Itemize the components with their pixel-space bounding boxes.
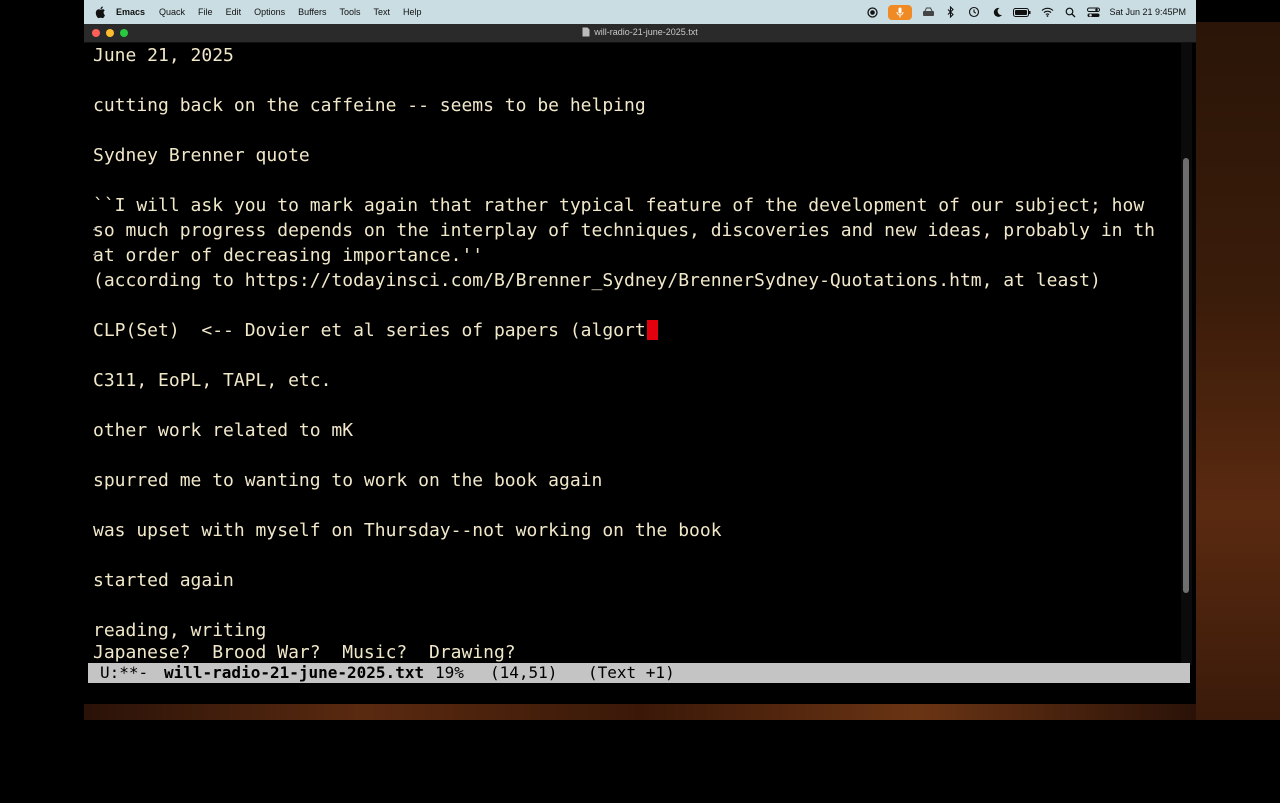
status-area: Sat Jun 21 9:45PM [865, 0, 1186, 24]
window-title: will-radio-21-june-2025.txt [84, 27, 1196, 39]
text-line: cutting back on the caffeine -- seems to… [93, 95, 646, 116]
text-line: so much progress depends on the interpla… [93, 220, 1156, 241]
text-line: at order of decreasing importance.'' [93, 245, 484, 266]
menu-bar: Emacs Quack File Edit Options Buffers To… [84, 0, 1196, 24]
desktop-left [0, 0, 84, 720]
continuation-arrow-icon: ↩ [93, 250, 96, 261]
window-title-text: will-radio-21-june-2025.txt [594, 27, 698, 37]
desktop-bottom [84, 704, 1196, 720]
apple-icon[interactable] [94, 5, 108, 19]
text-line: Sydney Brenner quote [93, 145, 310, 166]
text-line: was upset with myself on Thursday--not w… [93, 520, 722, 541]
echo-area[interactable] [88, 683, 1190, 703]
text-cursor [646, 320, 658, 340]
vertical-scrollbar[interactable] [1181, 43, 1192, 665]
scrollbar-thumb[interactable] [1183, 158, 1189, 593]
text-line: CLP(Set) <-- Dovier et al series of pape… [93, 320, 646, 341]
text-editor-area[interactable]: June 21, 2025 cutting back on the caffei… [93, 43, 1181, 665]
document-icon [582, 27, 590, 37]
wifi-icon[interactable] [1040, 5, 1054, 19]
menu-tools[interactable]: Tools [339, 7, 360, 17]
modeline-mode[interactable]: (Text +1) [588, 663, 675, 683]
modeline-buffer-name[interactable]: will-radio-21-june-2025.txt [164, 663, 424, 683]
desktop-wallpaper [1196, 22, 1280, 720]
modeline-percent: 19% [435, 663, 464, 682]
record-icon[interactable] [865, 5, 879, 19]
menu-quack[interactable]: Quack [159, 7, 185, 17]
menu-clock[interactable]: Sat Jun 21 9:45PM [1109, 7, 1186, 17]
menu-file[interactable]: File [198, 7, 213, 17]
continuation-arrow-icon: ↩ [93, 225, 96, 236]
modeline-position: (14,51) [490, 663, 558, 682]
text-line: other work related to mK [93, 420, 354, 441]
text-line: Japanese? Brood War? Music? Drawing? [93, 642, 516, 663]
bluetooth-icon[interactable] [944, 5, 958, 19]
microphone-icon[interactable] [888, 4, 913, 20]
menu-buffers[interactable]: Buffers [298, 7, 326, 17]
drive-icon[interactable] [921, 5, 935, 19]
menu-text[interactable]: Text [373, 7, 390, 17]
menu-help[interactable]: Help [403, 7, 422, 17]
mode-line: U:**- will-radio-21-june-2025.txt 19% (1… [88, 663, 1190, 683]
search-icon[interactable] [1063, 5, 1077, 19]
text-line: started again [93, 570, 234, 591]
time-machine-icon[interactable] [967, 5, 981, 19]
text-line: C311, EoPL, TAPL, etc. [93, 370, 332, 391]
text-line: spurred me to wanting to work on the boo… [93, 470, 603, 491]
moon-icon[interactable] [990, 5, 1004, 19]
menu-app-name[interactable]: Emacs [116, 7, 145, 17]
menu-edit[interactable]: Edit [226, 7, 242, 17]
battery-icon[interactable] [1013, 5, 1031, 19]
modeline-state: U:**- [100, 663, 149, 682]
control-center-icon[interactable] [1086, 5, 1100, 19]
text-line: ``I will ask you to mark again that rath… [93, 195, 1156, 216]
cursor-line: CLP(Set) <-- Dovier et al series of pape… [93, 318, 658, 343]
text-line: June 21, 2025 [93, 45, 234, 66]
title-bar[interactable]: will-radio-21-june-2025.txt [84, 24, 1196, 43]
emacs-window: will-radio-21-june-2025.txt June 21, 202… [84, 24, 1196, 704]
menu-options[interactable]: Options [254, 7, 285, 17]
text-line: (according to https://todayinsci.com/B/B… [93, 270, 1101, 291]
